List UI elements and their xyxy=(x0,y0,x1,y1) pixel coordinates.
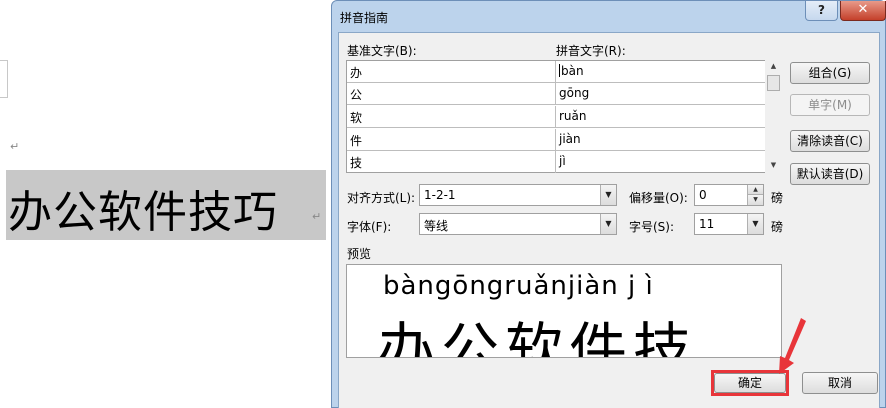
text-caret xyxy=(559,64,560,77)
offset-spin-buttons: ▲ ▼ xyxy=(747,185,763,205)
ok-button[interactable]: 确定 xyxy=(714,373,786,393)
table-row: 技 jì xyxy=(347,151,765,173)
chevron-down-icon[interactable]: ▼ xyxy=(600,185,616,205)
phonetic-grid: 办 bàn 公 gōng 软 ruǎn 件 jiàn 技 jì xyxy=(346,60,766,173)
ruby-text-label: 拼音文字(R): xyxy=(556,44,626,58)
base-text-cell[interactable]: 技 xyxy=(347,151,556,173)
document-margin-marker xyxy=(0,60,8,98)
scroll-up-arrow-icon[interactable]: ▲ xyxy=(768,62,779,70)
chevron-down-icon[interactable]: ▼ xyxy=(600,214,616,234)
preview-box: bàngōngruǎnjiàn j ì 办公软件技 xyxy=(346,264,782,358)
size-select[interactable]: 11 ▼ xyxy=(694,213,764,235)
scroll-down-arrow-icon[interactable]: ▼ xyxy=(768,161,779,169)
alignment-select[interactable]: 1-2-1 ▼ xyxy=(419,184,617,206)
dialog-client-area: 基准文字(B): 拼音文字(R): 办 bàn 公 gōng 软 ruǎn 件 … xyxy=(338,32,880,408)
dialog-title: 拼音指南 xyxy=(340,11,389,25)
spin-down-icon[interactable]: ▼ xyxy=(748,195,763,205)
ruby-text-cell[interactable]: jì xyxy=(556,151,765,173)
offset-unit: 磅 xyxy=(771,191,784,205)
preview-base-text: 办公软件技 xyxy=(377,316,698,358)
table-row: 软 ruǎn xyxy=(347,106,765,128)
offset-label: 偏移量(O): xyxy=(629,191,688,205)
chevron-down-icon[interactable]: ▼ xyxy=(747,214,763,234)
base-text-cell[interactable]: 件 xyxy=(347,129,556,151)
cancel-button[interactable]: 取消 xyxy=(802,372,878,394)
ruby-text-value: bàn xyxy=(561,64,584,78)
base-text-cell[interactable]: 办 xyxy=(347,61,556,83)
default-reading-button[interactable]: 默认读音(D) xyxy=(790,163,870,185)
base-text-cell[interactable]: 公 xyxy=(347,83,556,105)
font-label: 字体(F): xyxy=(347,220,392,234)
paragraph-mark-icon: ↵ xyxy=(10,140,20,153)
paragraph-mark-icon: ↵ xyxy=(312,210,322,223)
table-row: 件 jiàn xyxy=(347,129,765,151)
table-row: 办 bàn xyxy=(347,61,765,83)
offset-spinner[interactable]: 0 ▲ ▼ xyxy=(694,184,764,206)
dialog-titlebar[interactable]: 拼音指南 ? ✕ xyxy=(332,1,886,31)
font-select[interactable]: 等线 ▼ xyxy=(419,213,617,235)
ruby-text-cell[interactable]: gōng xyxy=(556,83,765,105)
red-pointer-arrow-icon xyxy=(779,318,806,374)
preview-ruby-text: bàngōngruǎnjiàn j ì xyxy=(383,271,654,301)
size-unit: 磅 xyxy=(771,220,784,234)
clear-reading-button[interactable]: 清除读音(C) xyxy=(790,130,870,152)
group-button[interactable]: 组合(G) xyxy=(790,62,870,84)
offset-value: 0 xyxy=(699,188,707,202)
size-value: 11 xyxy=(699,217,715,231)
document-selected-text[interactable]: 办公软件技巧 xyxy=(8,176,278,240)
spin-up-icon[interactable]: ▲ xyxy=(748,185,763,195)
alignment-label: 对齐方式(L): xyxy=(347,191,416,205)
scroll-thumb[interactable] xyxy=(767,75,780,91)
phonetic-guide-dialog: 拼音指南 ? ✕ 基准文字(B): 拼音文字(R): 办 bàn 公 gōng … xyxy=(331,0,886,408)
ruby-text-cell[interactable]: ruǎn xyxy=(556,106,765,128)
screen: ↵ 办公软件技巧 ↵ 拼音指南 ? ✕ 基准文字(B): 拼音文字(R): 办 … xyxy=(0,0,886,408)
alignment-value: 1-2-1 xyxy=(424,188,456,202)
ruby-text-cell[interactable]: bàn xyxy=(556,61,765,83)
base-text-cell[interactable]: 软 xyxy=(347,106,556,128)
font-value: 等线 xyxy=(424,219,449,233)
close-button[interactable]: ✕ xyxy=(840,1,886,21)
ruby-text-cell[interactable]: jiàn xyxy=(556,129,765,151)
preview-label: 预览 xyxy=(347,247,372,261)
table-row: 公 gōng xyxy=(347,83,765,105)
help-button[interactable]: ? xyxy=(805,1,838,21)
mono-button[interactable]: 单字(M) xyxy=(790,94,870,116)
grid-scrollbar[interactable]: ▲ ▼ xyxy=(765,60,782,173)
base-text-label: 基准文字(B): xyxy=(347,44,417,58)
size-label: 字号(S): xyxy=(629,220,675,234)
